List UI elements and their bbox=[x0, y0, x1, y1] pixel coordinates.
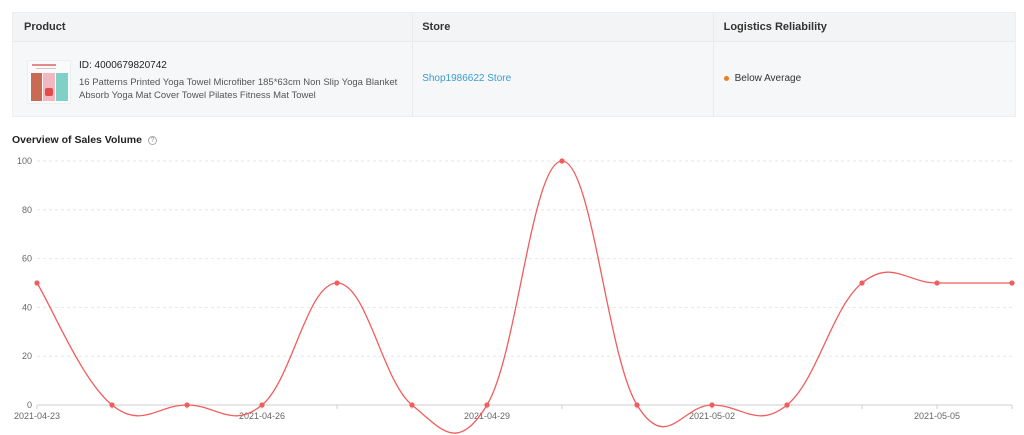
data-point[interactable] bbox=[784, 402, 790, 408]
x-tick-label: 2021-04-23 bbox=[14, 411, 60, 421]
data-point[interactable] bbox=[709, 402, 715, 408]
section-title-text: Overview of Sales Volume bbox=[12, 134, 142, 146]
y-tick-label: 20 bbox=[22, 351, 32, 361]
y-tick-label: 0 bbox=[27, 400, 32, 410]
question-circle-icon[interactable]: ? bbox=[147, 135, 157, 145]
data-point[interactable] bbox=[109, 402, 115, 408]
header-store: Store bbox=[413, 13, 714, 41]
x-axis: 2021-04-23 2021-04-26 2021-04-29 2021-05-02… bbox=[14, 405, 1013, 421]
data-point[interactable] bbox=[634, 402, 640, 408]
product-thumbnail[interactable] bbox=[27, 60, 71, 104]
data-point[interactable] bbox=[184, 402, 190, 408]
y-tick-label: 60 bbox=[22, 254, 32, 264]
data-point[interactable] bbox=[34, 280, 40, 286]
table-row: ID: 4000679820742 16 Patterns Printed Yo… bbox=[13, 42, 1015, 117]
y-tick-label: 100 bbox=[17, 156, 32, 166]
x-tick-label: 2021-05-02 bbox=[689, 411, 735, 421]
header-logistics-reliability: Logistics Reliability bbox=[723, 21, 827, 33]
data-point[interactable] bbox=[934, 280, 940, 286]
y-tick-label: 80 bbox=[22, 205, 32, 215]
chart-grid bbox=[37, 160, 1012, 406]
product-cell: ID: 4000679820742 16 Patterns Printed Yo… bbox=[13, 42, 414, 117]
data-point[interactable] bbox=[559, 158, 565, 164]
store-link[interactable]: Shop1986622 Store bbox=[422, 73, 511, 84]
section-title: Overview of Sales Volume ? bbox=[12, 134, 157, 146]
store-cell: Shop1986622 Store bbox=[413, 42, 714, 117]
product-id: ID: 4000679820742 bbox=[79, 60, 167, 71]
series-points bbox=[34, 158, 1015, 408]
logistics-label: Below Average bbox=[734, 73, 802, 84]
status-dot-icon bbox=[723, 76, 729, 81]
series-line bbox=[36, 160, 1012, 434]
sales-volume-chart: 020406080100 2021-04-23 2021-04-26 2021-04… bbox=[14, 156, 1015, 434]
header-product: Product bbox=[13, 13, 414, 41]
y-tick-label: 40 bbox=[22, 302, 32, 312]
x-tick-label: 2021-04-26 bbox=[239, 411, 285, 421]
data-point[interactable] bbox=[259, 402, 265, 408]
x-tick-label: 2021-05-05 bbox=[914, 411, 960, 421]
logistics-status: Below Average bbox=[723, 73, 802, 84]
data-point[interactable] bbox=[1009, 280, 1015, 286]
y-axis: 0 20 40 60 80 100 bbox=[17, 156, 32, 410]
data-point[interactable] bbox=[334, 280, 340, 286]
data-point[interactable] bbox=[859, 280, 865, 286]
product-name[interactable]: 16 Patterns Printed Yoga Towel Microfibe… bbox=[79, 76, 403, 102]
logistics-cell: Below Average bbox=[714, 42, 1015, 117]
data-point[interactable] bbox=[409, 402, 415, 408]
x-tick-label: 2021-04-29 bbox=[464, 411, 510, 421]
data-point[interactable] bbox=[484, 402, 490, 408]
table-header: Product Store Logistics Reliability bbox=[13, 13, 1015, 42]
product-table: Product Store Logistics Reliability ID: … bbox=[12, 12, 1016, 117]
